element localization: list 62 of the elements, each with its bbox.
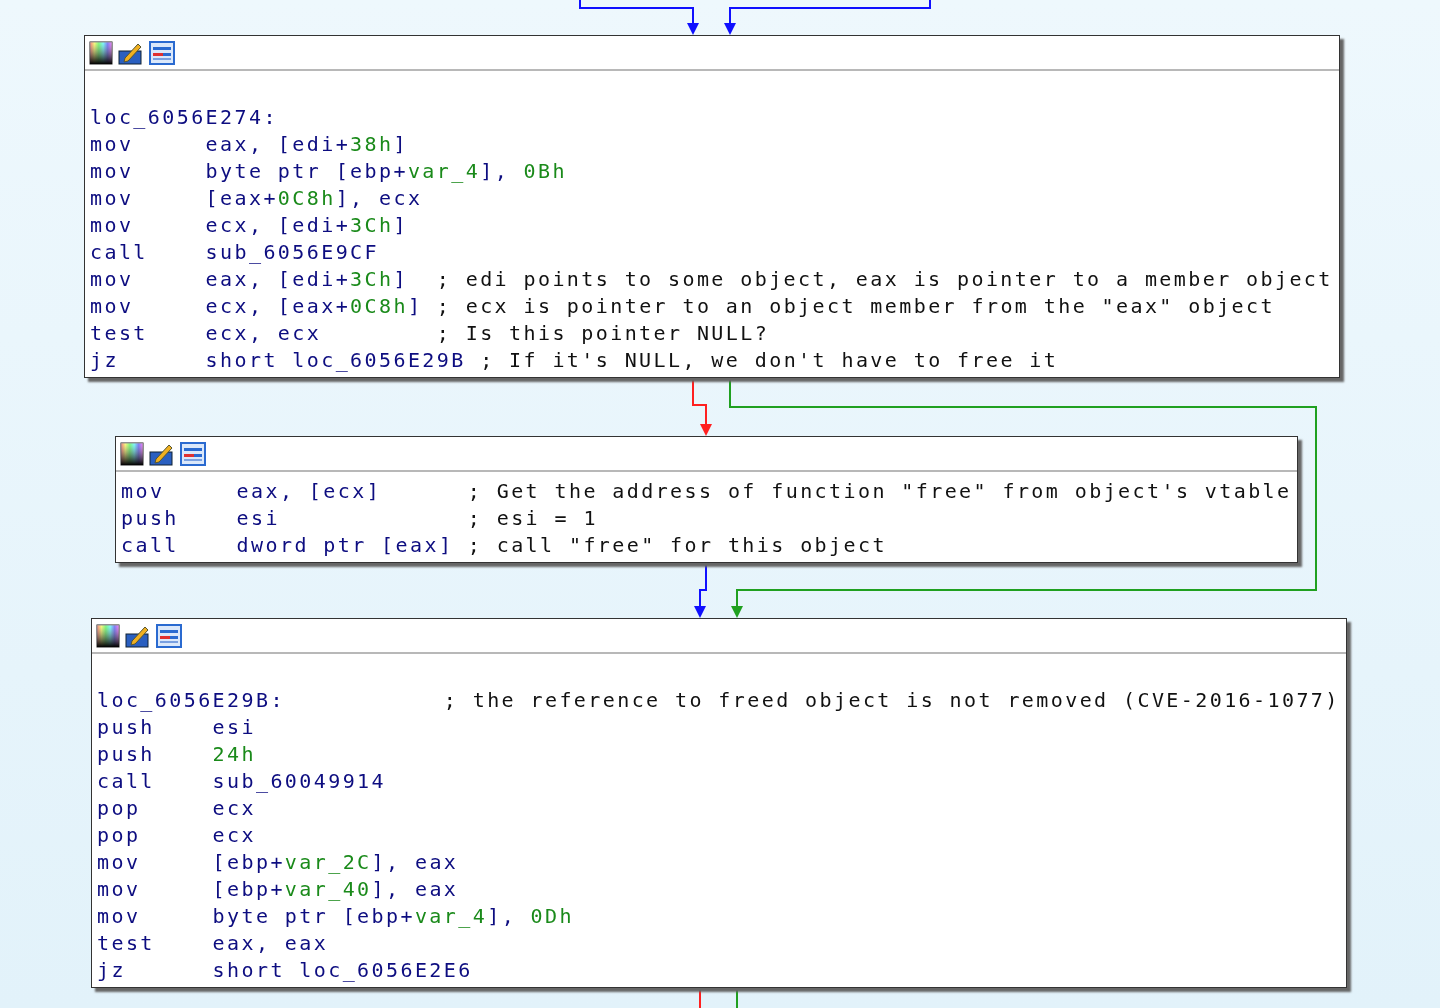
instruction-mnemonic: call xyxy=(97,768,156,793)
window-list-icon[interactable] xyxy=(149,40,175,65)
color-palette-icon[interactable] xyxy=(120,441,144,466)
instruction-operand: 24h xyxy=(212,741,257,766)
code-comment: ; Is this pointer NULL? xyxy=(436,320,770,345)
instruction-operand: [ebp+var_2C], eax xyxy=(212,849,460,874)
instruction-mnemonic: mov xyxy=(97,903,142,928)
code-comment: ; If it's NULL, we don't have to free it xyxy=(480,347,1059,372)
code-comment: ; ecx is pointer to an object member from the "eax" object xyxy=(436,293,1275,318)
instruction-mnemonic: push xyxy=(97,714,156,739)
instruction-operand: ecx xyxy=(212,795,257,820)
instruction-mnemonic: call xyxy=(121,532,180,557)
instruction-operand: esi xyxy=(236,505,281,530)
instruction-mnemonic: test xyxy=(90,320,149,345)
edge-arrow xyxy=(692,379,712,436)
instruction-operand: ecx xyxy=(212,822,257,847)
instruction-mnemonic: push xyxy=(97,741,156,766)
instruction-mnemonic: mov xyxy=(90,131,135,156)
instruction-mnemonic: mov xyxy=(90,266,135,291)
window-list-icon[interactable] xyxy=(156,623,182,648)
instruction-mnemonic: jz xyxy=(97,957,127,982)
instruction-operand: short loc_6056E29B xyxy=(205,347,467,372)
instruction-operand: eax, [edi+38h] xyxy=(205,131,409,156)
instruction-operand: short loc_6056E2E6 xyxy=(212,957,474,982)
instruction-operand: ecx, [eax+0C8h] xyxy=(205,293,424,318)
instruction-mnemonic: mov xyxy=(90,185,135,210)
color-palette-icon[interactable] xyxy=(96,623,120,648)
code-comment: ; the reference to freed object is not removed (CVE-2016-1077) xyxy=(443,687,1340,712)
instruction-mnemonic: jz xyxy=(90,347,120,372)
instruction-mnemonic: mov xyxy=(90,293,135,318)
code-comment: ; esi = 1 xyxy=(467,505,598,530)
instruction-mnemonic: pop xyxy=(97,795,142,820)
instruction-mnemonic: mov xyxy=(97,849,142,874)
instruction-mnemonic: call xyxy=(90,239,149,264)
instruction-operand: esi xyxy=(212,714,257,739)
instruction-operand: eax, [ecx] xyxy=(236,478,383,503)
code-label: loc_6056E29B: xyxy=(97,687,286,712)
color-palette-icon[interactable] xyxy=(89,40,113,65)
code-label: loc_6056E274: xyxy=(90,104,279,129)
instruction-operand: byte ptr [ebp+var_4], 0Dh xyxy=(212,903,575,928)
window-list-icon[interactable] xyxy=(180,441,206,466)
instruction-operand: [ebp+var_40], eax xyxy=(212,876,460,901)
instruction-operand: ecx, [edi+3Ch] xyxy=(205,212,409,237)
instruction-mnemonic: mov xyxy=(90,158,135,183)
instruction-mnemonic: push xyxy=(121,505,180,530)
instruction-operand: byte ptr [ebp+var_4], 0Bh xyxy=(205,158,568,183)
instruction-mnemonic: mov xyxy=(121,478,166,503)
instruction-operand: dword ptr [eax] xyxy=(236,532,455,557)
instruction-mnemonic: test xyxy=(97,930,156,955)
instruction-mnemonic: pop xyxy=(97,822,142,847)
instruction-mnemonic: mov xyxy=(90,212,135,237)
code-comment: ; edi points to some object, eax is pointer to a member object xyxy=(436,266,1333,291)
code-comment: ; call "free" for this object xyxy=(467,532,887,557)
code-comment: ; Get the address of function "free" from object's vtable xyxy=(467,478,1292,503)
instruction-operand: eax, eax xyxy=(212,930,330,955)
instruction-operand: ecx, ecx xyxy=(205,320,323,345)
instruction-operand: sub_60049914 xyxy=(212,768,387,793)
instruction-operand: sub_6056E9CF xyxy=(205,239,380,264)
instruction-mnemonic: mov xyxy=(97,876,142,901)
edge-arrow xyxy=(694,561,707,618)
instruction-operand: eax, [edi+3Ch] xyxy=(205,266,409,291)
instruction-operand: [eax+0C8h], ecx xyxy=(205,185,424,210)
